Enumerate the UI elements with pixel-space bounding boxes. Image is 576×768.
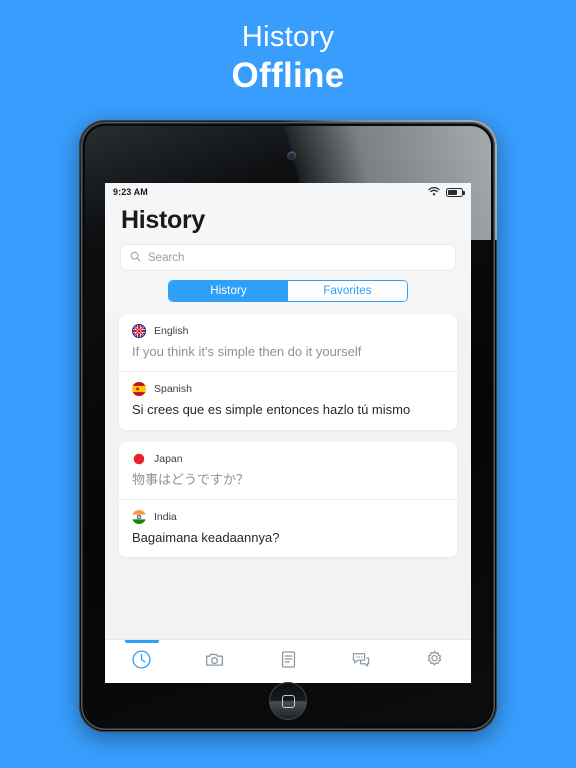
- entry-text: If you think it's simple then do it your…: [132, 344, 362, 359]
- tablet-device-frame: 9:23 AM History Search History Favorites…: [79, 120, 497, 732]
- translation-entry-target[interactable]: India Bagaimana keadaannya?: [119, 498, 457, 557]
- flag-india-icon: [132, 509, 146, 524]
- history-card[interactable]: English If you think it's simple then do…: [119, 314, 457, 430]
- translation-entry-source[interactable]: Japan 物事はどうですか？: [119, 442, 457, 499]
- tab-favorites[interactable]: Favorites: [288, 281, 407, 301]
- entry-language-label: English: [154, 325, 189, 337]
- translation-entry-source[interactable]: English If you think it's simple then do…: [119, 314, 457, 371]
- tab-bar-item-document[interactable]: [251, 640, 324, 683]
- status-time: 9:23 AM: [113, 187, 148, 197]
- page-header: History: [105, 201, 471, 245]
- history-list: English If you think it's simple then do…: [105, 314, 471, 557]
- search-input[interactable]: Search: [121, 245, 455, 270]
- flag-japan-icon: [132, 451, 146, 466]
- camera-icon: [204, 649, 225, 675]
- promo-banner: History Offline: [0, 0, 576, 118]
- wifi-icon: [428, 183, 440, 201]
- history-card[interactable]: Japan 物事はどうですか？ India Bagaimana keadaann…: [119, 441, 457, 557]
- entry-language-label: India: [154, 510, 177, 523]
- tab-history[interactable]: History: [169, 281, 288, 301]
- search-placeholder: Search: [148, 251, 185, 264]
- entry-header: Japan: [132, 451, 444, 466]
- tab-bar-item-conversation[interactable]: [325, 640, 398, 683]
- front-camera-icon: [288, 152, 295, 159]
- battery-icon: [446, 187, 466, 197]
- segmented-control-section: History Favorites: [105, 280, 471, 314]
- gear-icon: [424, 649, 445, 675]
- home-button[interactable]: [269, 682, 307, 720]
- entry-text: 物事はどうですか？: [132, 471, 250, 487]
- entry-header: Spanish: [132, 382, 444, 397]
- chat-icon: [350, 649, 372, 675]
- document-icon: [278, 649, 299, 675]
- entry-text: Si crees que es simple entonces hazlo tú…: [132, 402, 411, 418]
- entry-text: Bagaimana keadaannya?: [132, 529, 280, 545]
- tab-bar-item-history[interactable]: [105, 640, 178, 683]
- entry-header: English: [132, 324, 444, 338]
- search-icon: [130, 249, 141, 267]
- promo-line-1: History: [241, 21, 335, 53]
- status-bar: 9:23 AM: [105, 183, 471, 201]
- segmented-control[interactable]: History Favorites: [168, 280, 408, 302]
- entry-language-label: Japan: [154, 452, 183, 465]
- rounded-square-icon: [281, 694, 295, 708]
- search-section: Search: [105, 245, 471, 280]
- bottom-tab-bar: [105, 639, 471, 683]
- device-screen: 9:23 AM History Search History Favorites…: [105, 183, 471, 683]
- clock-icon: [131, 649, 152, 675]
- entry-header: India: [132, 509, 444, 524]
- translation-entry-target[interactable]: Spanish Si crees que es simple entonces …: [119, 371, 457, 429]
- page-title: History: [121, 206, 206, 234]
- tab-bar-item-settings[interactable]: [398, 640, 471, 683]
- tab-bar-item-camera[interactable]: [178, 640, 251, 683]
- active-tab-indicator: [124, 640, 159, 643]
- promo-line-2: Offline: [231, 56, 345, 96]
- status-indicators: [428, 183, 466, 201]
- flag-spain-icon: [132, 382, 146, 397]
- entry-language-label: Spanish: [154, 383, 192, 396]
- flag-uk-icon: [132, 324, 146, 338]
